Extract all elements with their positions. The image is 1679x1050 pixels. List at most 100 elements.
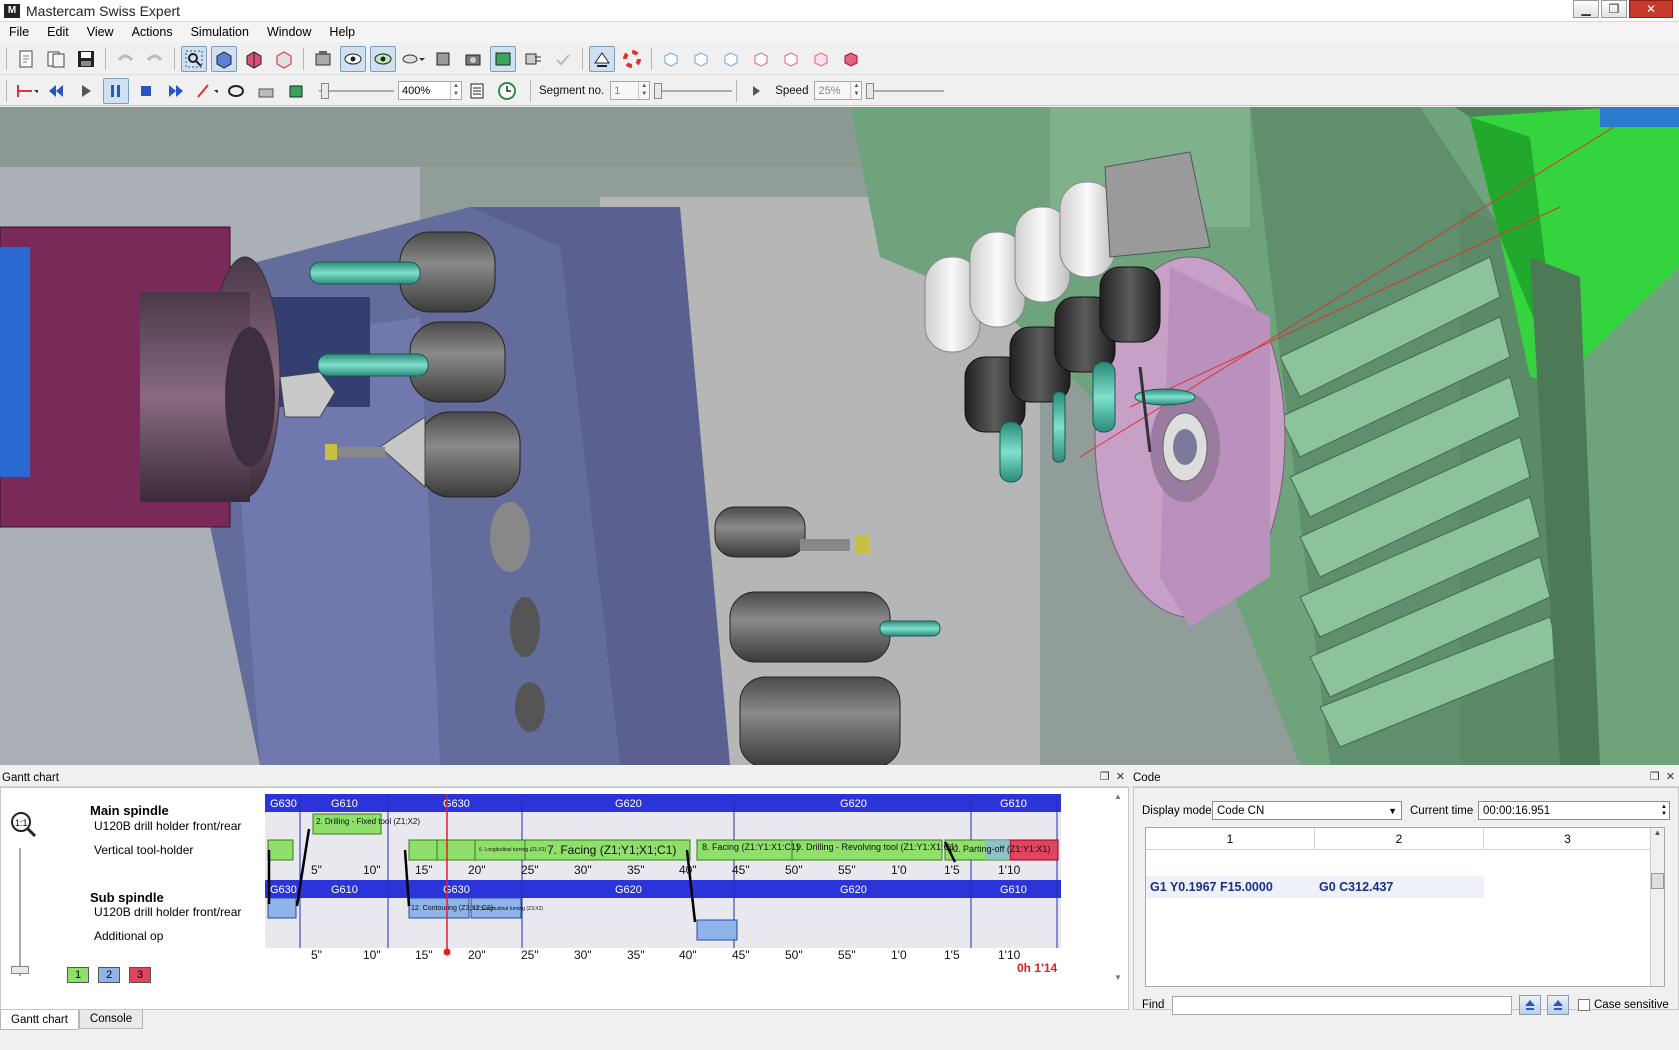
svg-text:20": 20" [468,863,486,877]
save-icon[interactable] [73,46,99,72]
view-eye-green-icon[interactable] [370,45,396,72]
code-cell-1: G1 Y0.1967 F15.0000 [1146,876,1315,898]
tool-view-icon[interactable] [430,46,456,72]
view-front-icon[interactable] [718,46,744,72]
open-file-icon[interactable] [43,46,69,72]
op-label-9: 9. Drilling - Revolving tool (Z1:Y1:X1:C… [796,842,958,852]
gantt-chart[interactable]: 1:1 Main spindle U120B drill holder fron… [0,787,1129,1010]
turret-view-icon[interactable] [490,45,516,72]
speed-play-icon[interactable] [743,78,769,104]
collision-icon[interactable] [520,46,546,72]
code-vscroll[interactable]: ▲ [1650,828,1664,986]
menu-window[interactable]: Window [258,25,320,39]
code-table[interactable]: 1 2 3 G1 Y0.1967 F15.0000 G0 C312.437 ▲ [1145,827,1665,987]
view-bottom-icon[interactable] [838,46,864,72]
current-time-value: 00:00:16.951 [1483,804,1551,817]
view-top-icon[interactable] [688,46,714,72]
menu-view[interactable]: View [78,25,123,39]
op-label-2: 2. Drilling - Fixed tool (Z1;X2) [316,817,420,826]
minimize-icon[interactable]: ▁ [1573,0,1599,18]
machine-toggle-icon[interactable] [283,78,309,104]
report-icon[interactable] [464,78,490,104]
menu-actions[interactable]: Actions [123,25,182,39]
legend-3: 3 [129,967,151,983]
view-right-icon[interactable] [808,46,834,72]
code-close-icon[interactable]: ✕ [1666,771,1675,783]
step-back-icon[interactable] [13,78,39,104]
find-input[interactable] [1172,996,1512,1015]
find-previous-icon[interactable] [1519,995,1541,1015]
view-iso-icon[interactable] [658,46,684,72]
sub-gcode-3: G620 [615,884,642,896]
gantt-vscroll[interactable]: ▲ ▼ [1114,792,1126,982]
svg-text:20": 20" [468,948,486,962]
svg-text:1'0: 1'0 [891,863,907,877]
display-mode-dropdown[interactable]: Code CN ▼ [1212,801,1402,820]
segment-spinbox[interactable]: 1 ▲ ▼ [610,81,651,100]
case-sensitive-checkbox[interactable] [1578,999,1590,1011]
display-mode-value: Code CN [1217,804,1265,817]
pause-icon[interactable] [103,77,129,104]
view-shaded-icon[interactable] [211,45,237,72]
undo-icon[interactable] [112,46,138,72]
new-file-icon[interactable] [13,46,39,72]
check-icon[interactable] [550,46,576,72]
svg-text:50": 50" [785,863,803,877]
zoom-slider[interactable] [319,81,394,100]
view-machine-icon[interactable] [310,46,336,72]
svg-text:30": 30" [574,863,592,877]
menu-edit[interactable]: Edit [38,25,78,39]
simulation-viewport[interactable] [0,107,1679,765]
loop-icon[interactable] [223,78,249,104]
view-options-icon[interactable] [400,46,426,72]
fast-forward-icon[interactable] [163,78,189,104]
main-gcode-0: G630 [270,798,297,810]
menu-file[interactable]: File [0,25,38,39]
sub-gcode-5: G610 [1000,884,1027,896]
svg-text:40": 40" [679,863,697,877]
gantt-timeline[interactable]: G630 G610 G630 G620 G620 G610 G630 G610 … [265,794,1065,974]
ruler-icon[interactable] [253,78,279,104]
close-panel-icon[interactable]: ✕ [1116,771,1125,783]
segment-slider[interactable] [654,81,733,100]
redo-icon[interactable] [142,46,168,72]
gantt-zoom-slider[interactable] [11,848,31,978]
zoom-spinbox[interactable]: 400% ▲ ▼ [398,81,462,100]
sub-spindle-row1: U120B drill holder front/rear [94,905,242,919]
lifebuoy-icon[interactable] [619,46,645,72]
restore-icon[interactable]: ❐ [1601,0,1627,18]
speed-spinbox[interactable]: 25% ▲ ▼ [814,81,863,100]
view-back-icon[interactable] [748,46,774,72]
close-icon[interactable]: ✕ [1629,0,1673,18]
code-float-icon[interactable]: ❐ [1650,771,1660,783]
clock-icon[interactable] [494,78,520,104]
tab-console[interactable]: Console [78,1010,144,1029]
stop-icon[interactable] [133,78,159,104]
sub-gcode-1: G610 [331,884,358,896]
float-icon[interactable]: ❐ [1100,771,1110,783]
play-icon[interactable] [73,78,99,104]
speed-slider[interactable] [866,81,945,100]
current-time-field[interactable]: 00:00:16.951 ▲ ▼ [1478,801,1670,820]
measure-icon[interactable] [589,45,615,72]
sub-spindle-label: Sub spindle [90,890,164,905]
view-left-icon[interactable] [778,46,804,72]
tab-gantt-chart[interactable]: Gantt chart [0,1010,79,1030]
app-logo: M [4,3,20,18]
view-eye-icon[interactable] [340,45,366,72]
segment-label: Segment no. [539,84,605,97]
gantt-zoom-icon[interactable]: 1:1 [9,810,37,841]
op-label-7: 7. Facing (Z1;Y1;X1;C1) [547,843,676,857]
main-spindle-row2: Vertical tool-holder [94,843,194,857]
rewind-icon[interactable] [43,78,69,104]
find-next-icon[interactable] [1547,995,1569,1015]
machine-view-icon[interactable] [460,46,486,72]
menu-simulation[interactable]: Simulation [182,25,258,39]
view-section-icon[interactable] [241,46,267,72]
menu-help[interactable]: Help [320,25,364,39]
code-col-1: 1 [1146,828,1315,850]
view-stock-icon[interactable] [271,46,297,72]
svg-text:40": 40" [679,948,697,962]
zoom-fit-icon[interactable] [181,45,207,72]
step-forward-icon[interactable] [193,78,219,104]
